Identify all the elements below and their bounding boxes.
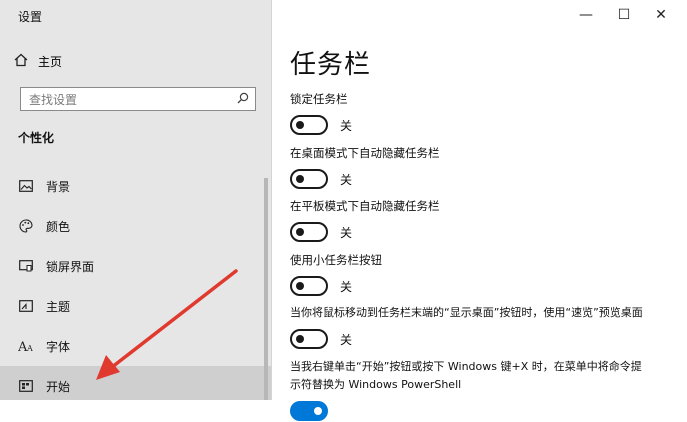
toggle-state: 关 <box>340 279 353 294</box>
section-title: 个性化 <box>18 131 55 145</box>
search-icon[interactable] <box>237 92 249 107</box>
svg-text:A: A <box>26 344 33 353</box>
toggle-state: 关 <box>340 225 353 240</box>
sidebar-scrollbar[interactable] <box>264 178 268 400</box>
powershell-toggle[interactable] <box>290 401 328 421</box>
start-icon <box>18 378 34 394</box>
search-input[interactable]: 查找设置 <box>20 87 256 111</box>
app-title: 设置 <box>18 10 43 24</box>
setting-powershell: 当我右键单击“开始”按钮或按下 Windows 键+X 时，在菜单中将命令提 示… <box>290 358 680 422</box>
setting-autohide-desktop: 在桌面模式下自动隐藏任务栏 关 <box>290 144 670 190</box>
close-button[interactable]: ✕ <box>649 5 673 25</box>
image-icon <box>18 178 34 194</box>
lock-screen-icon <box>18 258 34 274</box>
nav-list: 背景 颜色 锁屏界面 主题 AA 字体 开始 <box>0 166 271 400</box>
sidebar: 设置 主页 查找设置 个性化 背景 颜色 锁屏界面 主题 A A 字体 开始 <box>0 0 271 400</box>
minimize-button[interactable]: — <box>574 5 598 25</box>
setting-peek: 当你将鼠标移动到任务栏末端的“显示桌面”按钮时，使用“速览”预览桌面 关 <box>290 304 680 350</box>
setting-label-line2: 示符替换为 Windows PowerShell <box>290 378 462 391</box>
setting-autohide-tablet: 在平板模式下自动隐藏任务栏 关 <box>290 197 670 243</box>
lock-taskbar-toggle[interactable] <box>290 115 328 135</box>
sidebar-item-label: 颜色 <box>46 219 71 234</box>
sidebar-item-background[interactable]: 背景 <box>0 166 271 206</box>
sidebar-item-lock-screen[interactable]: 锁屏界面 <box>0 246 271 286</box>
setting-label: 在桌面模式下自动隐藏任务栏 <box>290 146 440 160</box>
close-icon: ✕ <box>655 7 667 23</box>
sidebar-item-label: 开始 <box>46 379 71 394</box>
setting-small-buttons: 使用小任务栏按钮 关 <box>290 251 670 297</box>
setting-label: 在平板模式下自动隐藏任务栏 <box>290 199 440 213</box>
toggle-state: 关 <box>340 332 353 347</box>
autohide-tablet-toggle[interactable] <box>290 222 328 242</box>
sidebar-item-colors[interactable]: 颜色 <box>0 206 271 246</box>
font-icon: AA <box>18 338 34 354</box>
setting-lock-taskbar: 锁定任务栏 关 <box>290 90 670 136</box>
theme-icon <box>18 298 34 314</box>
search-placeholder: 查找设置 <box>29 92 78 107</box>
setting-label: 使用小任务栏按钮 <box>290 253 382 267</box>
small-buttons-toggle[interactable] <box>290 276 328 296</box>
sidebar-item-fonts[interactable]: AA 字体 <box>0 326 271 366</box>
sidebar-item-label: 锁屏界面 <box>46 259 95 274</box>
peek-toggle[interactable] <box>290 329 328 349</box>
toggle-state: 关 <box>340 172 353 187</box>
maximize-button[interactable]: ☐ <box>612 5 636 25</box>
maximize-icon: ☐ <box>617 7 631 23</box>
minimize-icon: — <box>579 7 593 23</box>
sidebar-item-start[interactable]: 开始 <box>0 366 271 400</box>
sidebar-item-label: 字体 <box>46 339 71 354</box>
setting-label: 锁定任务栏 <box>290 92 348 106</box>
autohide-desktop-toggle[interactable] <box>290 169 328 189</box>
sidebar-item-label: 主页 <box>38 54 63 69</box>
sidebar-item-label: 主题 <box>46 299 71 314</box>
palette-icon <box>18 218 34 234</box>
setting-label-line1: 当我右键单击“开始”按钮或按下 Windows 键+X 时，在菜单中将命令提 <box>290 360 642 373</box>
toggle-state: 关 <box>340 118 353 133</box>
setting-label: 当你将鼠标移动到任务栏末端的“显示桌面”按钮时，使用“速览”预览桌面 <box>290 306 643 319</box>
sidebar-item-home[interactable]: 主页 <box>14 50 62 72</box>
pane-divider <box>271 0 272 400</box>
sidebar-item-themes[interactable]: 主题 <box>0 286 271 326</box>
home-icon <box>14 53 28 70</box>
sidebar-item-label: 背景 <box>46 179 71 194</box>
page-title: 任务栏 <box>290 50 372 80</box>
